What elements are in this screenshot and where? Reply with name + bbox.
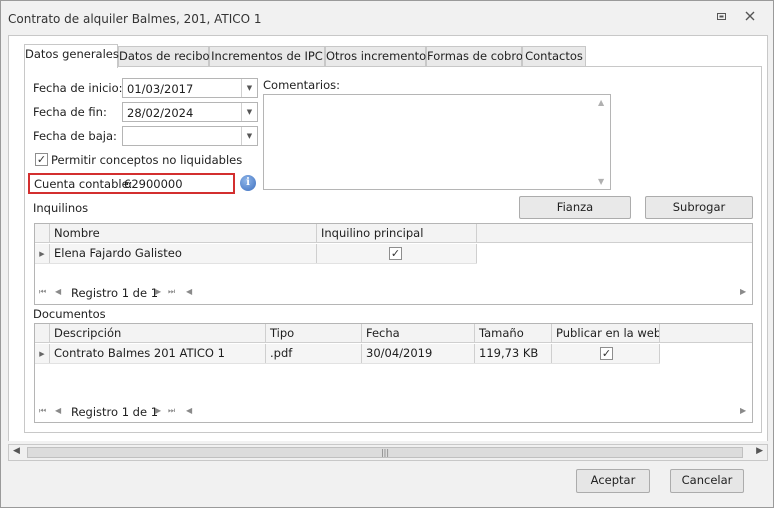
permitir-checkbox[interactable]: ✓: [35, 153, 48, 166]
first-record-icon[interactable]: ⏮: [39, 287, 46, 297]
info-icon[interactable]: i: [240, 175, 256, 191]
window-title: Contrato de alquiler Balmes, 201, ATICO …: [8, 12, 262, 26]
row-indicator-icon: ▶: [35, 244, 50, 263]
chevron-down-icon[interactable]: ▼: [241, 127, 257, 145]
table-row[interactable]: ▶ Contrato Balmes 201 ATICO 1 .pdf 30/04…: [35, 344, 660, 364]
last-record-icon[interactable]: ⏭: [168, 287, 175, 297]
cuenta-contable-input[interactable]: 62900000: [124, 177, 183, 191]
next-record-icon[interactable]: ▶: [155, 287, 161, 296]
fecha-fin-picker[interactable]: 28/02/2024 ▼: [122, 102, 258, 122]
fecha-baja-picker[interactable]: ▼: [122, 126, 258, 146]
fecha-baja-label: Fecha de baja:: [33, 129, 117, 143]
cell-tamano[interactable]: 119,73 KB: [475, 344, 552, 363]
column-header-tamano[interactable]: Tamaño: [475, 324, 552, 342]
column-header-fecha[interactable]: Fecha: [362, 324, 475, 342]
tab-datos-generales[interactable]: Datos generales: [24, 44, 119, 68]
row-indicator-header: [35, 224, 50, 242]
tab-datos-de-recibo[interactable]: Datos de recibo: [118, 46, 210, 67]
comentarios-scrollbar[interactable]: ▲ ▼: [594, 95, 610, 189]
tab-contactos[interactable]: Contactos: [522, 46, 586, 67]
last-record-icon[interactable]: ⏭: [168, 406, 175, 416]
comentarios-textarea[interactable]: ▲ ▼: [263, 94, 611, 190]
scroll-right-icon[interactable]: ▶: [756, 446, 763, 456]
column-header-tipo[interactable]: Tipo: [266, 324, 362, 342]
aceptar-button[interactable]: Aceptar: [576, 469, 650, 493]
inquilinos-header: Nombre Inquilino principal: [35, 224, 752, 243]
restore-icon[interactable]: [714, 10, 730, 26]
table-row[interactable]: ▶ Elena Fajardo Galisteo ✓: [35, 244, 477, 264]
row-indicator-header: [35, 324, 50, 342]
scroll-right-icon[interactable]: ▶: [740, 287, 746, 296]
fecha-inicio-label: Fecha de inicio:: [33, 81, 123, 95]
column-header-nombre[interactable]: Nombre: [50, 224, 317, 242]
record-counter: Registro 1 de 1: [71, 405, 159, 419]
cell-inquilino-principal[interactable]: ✓: [317, 244, 477, 263]
cuenta-contable-label: Cuenta contable:: [34, 177, 133, 191]
tab-formas-de-cobro[interactable]: Formas de cobro: [426, 46, 523, 67]
cancelar-button[interactable]: Cancelar: [670, 469, 744, 493]
fecha-fin-value: 28/02/2024: [127, 106, 194, 120]
documentos-header: Descripción Tipo Fecha Tamaño Publicar e…: [35, 324, 752, 343]
contract-window: Contrato de alquiler Balmes, 201, ATICO …: [0, 0, 774, 508]
scroll-left-icon[interactable]: ◀: [13, 446, 20, 456]
column-header-inquilino-principal[interactable]: Inquilino principal: [317, 224, 477, 242]
prev-record-icon[interactable]: ◀: [55, 406, 61, 415]
scroll-left-icon[interactable]: ◀: [186, 406, 192, 415]
inquilinos-label: Inquilinos: [33, 201, 89, 215]
fecha-inicio-value: 01/03/2017: [127, 82, 194, 96]
cell-nombre[interactable]: Elena Fajardo Galisteo: [50, 244, 317, 263]
permitir-label: Permitir conceptos no liquidables: [51, 153, 243, 167]
close-icon[interactable]: [742, 10, 758, 26]
scroll-left-icon[interactable]: ◀: [186, 287, 192, 296]
title-bar[interactable]: Contrato de alquiler Balmes, 201, ATICO …: [1, 1, 773, 35]
subrogar-button[interactable]: Subrogar: [645, 196, 753, 219]
column-header-publicar[interactable]: Publicar en la web: [552, 324, 660, 342]
comentarios-label: Comentarios:: [263, 78, 341, 92]
prev-record-icon[interactable]: ◀: [55, 287, 61, 296]
scroll-thumb[interactable]: |||: [27, 447, 743, 458]
documentos-label: Documentos: [33, 307, 106, 321]
row-indicator-icon: ▶: [35, 344, 50, 363]
tab-otros-incrementos[interactable]: Otros incrementos: [325, 46, 432, 67]
window-horizontal-scrollbar[interactable]: ◀ ||| ▶: [8, 444, 768, 461]
publicar-checkbox[interactable]: ✓: [600, 347, 613, 360]
chevron-down-icon[interactable]: ▼: [241, 103, 257, 121]
chevron-down-icon[interactable]: ▼: [241, 79, 257, 97]
record-counter: Registro 1 de 1: [71, 286, 159, 300]
tab-incrementos-ipc[interactable]: Incrementos de IPC: [209, 46, 325, 67]
column-header-descripcion[interactable]: Descripción: [50, 324, 266, 342]
cell-tipo[interactable]: .pdf: [266, 344, 362, 363]
cell-descripcion[interactable]: Contrato Balmes 201 ATICO 1: [50, 344, 266, 363]
inquilinos-navigator: ⏮ ◀ Registro 1 de 1 ▶ ⏭ ◀ ▶: [35, 284, 752, 302]
next-record-icon[interactable]: ▶: [155, 406, 161, 415]
documentos-navigator: ⏮ ◀ Registro 1 de 1 ▶ ⏭ ◀ ▶: [35, 403, 752, 421]
fecha-fin-label: Fecha de fin:: [33, 105, 107, 119]
fianza-button[interactable]: Fianza: [519, 196, 631, 219]
principal-checkbox[interactable]: ✓: [389, 247, 402, 260]
fecha-inicio-picker[interactable]: 01/03/2017 ▼: [122, 78, 258, 98]
scroll-up-icon[interactable]: ▲: [598, 98, 604, 107]
cell-fecha[interactable]: 30/04/2019: [362, 344, 475, 363]
scroll-down-icon[interactable]: ▼: [598, 177, 604, 186]
scroll-right-icon[interactable]: ▶: [740, 406, 746, 415]
first-record-icon[interactable]: ⏮: [39, 406, 46, 416]
inquilinos-grid[interactable]: Nombre Inquilino principal ▶ Elena Fajar…: [34, 223, 753, 305]
cell-publicar[interactable]: ✓: [552, 344, 660, 363]
dialog-client-area: Datos generales Datos de recibo Incremen…: [8, 35, 768, 441]
datos-generales-panel: Fecha de inicio: 01/03/2017 ▼ Fecha de f…: [24, 66, 762, 433]
documentos-grid[interactable]: Descripción Tipo Fecha Tamaño Publicar e…: [34, 323, 753, 423]
